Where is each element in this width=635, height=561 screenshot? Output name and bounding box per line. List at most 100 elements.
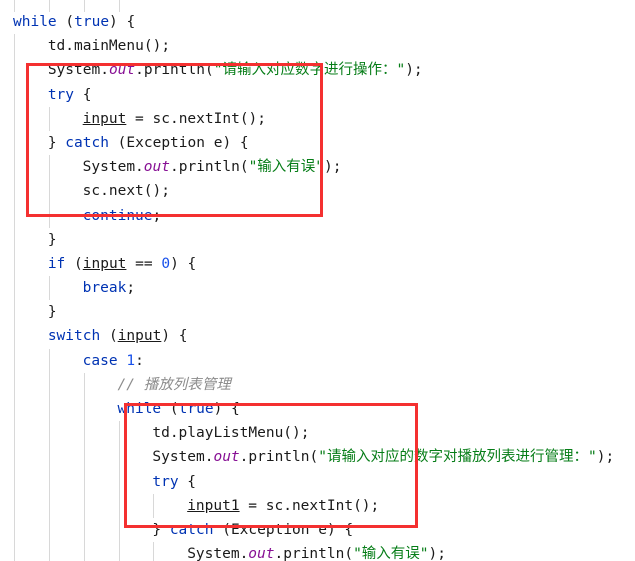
code-line[interactable]: } — [0, 228, 635, 252]
code-token: true — [74, 14, 110, 30]
code-token: try — [152, 473, 179, 490]
code-token: ); — [405, 62, 423, 79]
code-line-text: // 播放列表管理 — [0, 377, 231, 393]
code-line[interactable]: System.out.println("请输入对应的数字对播放列表进行管理：")… — [0, 445, 635, 469]
code-line[interactable]: } catch (Exception e) { — [0, 131, 635, 155]
code-line[interactable]: switch (input) { — [0, 324, 635, 348]
code-token: input — [82, 255, 127, 272]
code-line-text: while (true) { — [0, 14, 135, 30]
code-line-text: System.out.println("请输入对应数字进行操作："); — [0, 62, 423, 78]
code-token: 1 — [126, 352, 136, 369]
code-token: ) { — [109, 14, 136, 30]
code-token: td.playListMenu(); — [152, 425, 310, 442]
code-token: .println( — [135, 62, 214, 79]
code-token: 0 — [161, 255, 171, 272]
code-line[interactable]: case 1: — [0, 349, 635, 373]
code-token: break — [82, 280, 127, 297]
code-token: ) { — [213, 401, 240, 417]
code-token: if — [47, 255, 66, 272]
code-line[interactable]: input = sc.nextInt(); — [0, 107, 635, 131]
code-line[interactable]: while (true) { — [0, 10, 635, 34]
code-token: catch — [169, 521, 214, 538]
code-token: } — [152, 521, 170, 538]
code-token: ); — [596, 449, 615, 466]
code-line[interactable]: } — [0, 300, 635, 324]
code-line-text: System.out.println("请输入对应的数字对播放列表进行管理：")… — [0, 449, 614, 465]
code-token: : — [135, 352, 144, 369]
code-line[interactable]: sc.next(); — [0, 179, 635, 203]
code-token: out — [248, 546, 275, 561]
code-token: ); — [324, 159, 342, 176]
code-token: = sc.nextInt(); — [239, 497, 380, 514]
code-token: ( — [161, 401, 179, 417]
code-token: .println( — [169, 159, 249, 176]
code-line[interactable]: continue; — [0, 204, 635, 228]
code-line[interactable]: try { — [0, 83, 635, 107]
code-line[interactable]: td.playListMenu(); — [0, 421, 635, 445]
code-token: ); — [428, 546, 447, 561]
code-line[interactable]: td.mainMenu(); — [0, 34, 635, 58]
code-token: true — [178, 401, 214, 417]
code-lines[interactable]: while (true) {td.mainMenu(); System.out.p… — [0, 10, 635, 561]
code-line[interactable]: try { — [0, 470, 635, 494]
code-line-text: case 1: — [0, 353, 144, 369]
code-line-text: continue; — [0, 207, 162, 224]
code-token: { — [178, 473, 197, 490]
code-token: System. — [152, 449, 214, 466]
code-line[interactable]: while (true) { — [0, 397, 635, 421]
code-line[interactable]: if (input == 0) { — [0, 252, 635, 276]
code-line-text: try { — [0, 87, 92, 103]
code-token: ; — [126, 280, 136, 297]
code-line[interactable]: input1 = sc.nextInt(); — [0, 494, 635, 518]
code-token: .println( — [239, 449, 319, 466]
code-token: } — [47, 231, 57, 248]
code-line-text: input = sc.nextInt(); — [0, 111, 266, 127]
code-line-text: } — [0, 232, 57, 248]
code-line-text: } catch (Exception e) { — [0, 135, 249, 151]
code-line[interactable]: break; — [0, 276, 635, 300]
code-token: { — [74, 86, 92, 103]
code-token: while — [117, 401, 162, 417]
code-line[interactable]: System.out.println("输入有误"); — [0, 155, 635, 179]
code-token: == — [126, 255, 162, 272]
code-token: catch — [65, 134, 109, 151]
code-line[interactable]: } catch (Exception e) { — [0, 518, 635, 542]
code-line-text: switch (input) { — [0, 328, 188, 344]
code-token: System. — [82, 159, 144, 176]
code-token: } — [47, 134, 66, 151]
code-token: System. — [187, 546, 249, 561]
code-token: (Exception e) { — [213, 521, 354, 538]
code-token: out — [213, 449, 240, 466]
code-token: ( — [100, 328, 118, 345]
code-token: "输入有误" — [248, 159, 325, 176]
code-token: // 播放列表管理 — [117, 376, 231, 393]
code-line-text: System.out.println("输入有误"); — [0, 159, 342, 175]
code-token: out — [108, 62, 136, 79]
code-token: .println( — [274, 546, 354, 561]
code-token: sc.next(); — [82, 183, 170, 200]
code-token: ) { — [161, 328, 188, 345]
code-line[interactable]: System.out.println("输入有误"); — [0, 542, 635, 561]
indent-guide — [118, 421, 120, 561]
code-line-text: sc.next(); — [0, 183, 170, 199]
code-token: ) { — [170, 255, 197, 272]
code-line[interactable]: System.out.println("请输入对应数字进行操作："); — [0, 58, 635, 82]
code-token: } — [47, 304, 57, 321]
code-token: ; — [152, 207, 162, 224]
code-token: "输入有误" — [353, 546, 429, 561]
code-token: continue — [82, 207, 153, 224]
code-line[interactable]: // 播放列表管理 — [0, 373, 635, 397]
code-line-text: System.out.println("输入有误"); — [0, 546, 446, 561]
code-token: System. — [47, 62, 109, 79]
code-token: while — [13, 14, 57, 30]
code-token: try — [47, 86, 75, 103]
clipped-line-text: int input = sc.nextInt(); — [0, 0, 635, 9]
code-line-text: if (input == 0) { — [0, 256, 196, 272]
code-editor[interactable]: int input = sc.nextInt(); while (true) {… — [0, 0, 635, 561]
code-token: td.mainMenu(); — [47, 38, 171, 55]
code-line-text: input1 = sc.nextInt(); — [0, 498, 379, 514]
code-line-text: while (true) { — [0, 401, 240, 417]
code-token: "请输入对应数字进行操作：" — [213, 62, 406, 79]
code-line-text: td.mainMenu(); — [0, 38, 170, 54]
code-line-text: td.playListMenu(); — [0, 425, 310, 442]
